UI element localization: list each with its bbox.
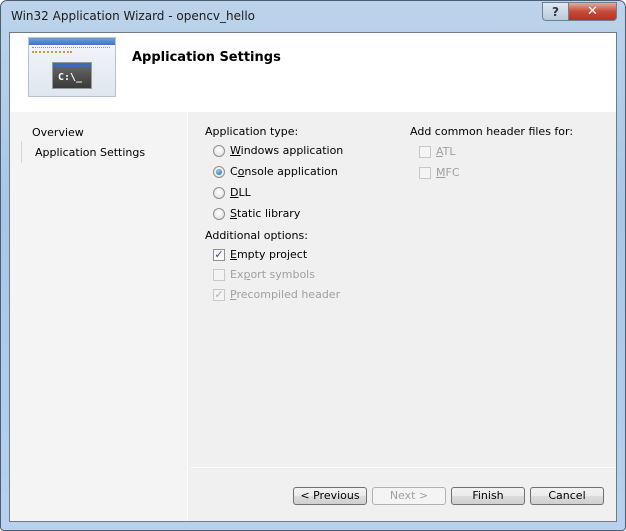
wizard-sidebar: Overview Application Settings	[10, 112, 188, 521]
checkbox-unchecked	[419, 145, 431, 158]
checkbox-label: ATL	[436, 145, 456, 158]
window-title: Win32 Application Wizard - opencv_hello	[11, 9, 256, 23]
checkbox-precompiled-header: ✓ Precompiled header	[213, 288, 340, 301]
close-icon: ✕	[587, 4, 598, 19]
next-button: Next >	[372, 487, 446, 505]
radio-label: Static library	[230, 207, 301, 220]
sidebar-item-application-settings[interactable]: Application Settings	[21, 141, 171, 163]
console-application-icon: C:\_	[28, 37, 116, 97]
previous-button[interactable]: < Previous	[293, 487, 367, 505]
console-prompt-icon: C:\_	[52, 62, 92, 89]
radio-dll[interactable]: DLL	[213, 186, 251, 199]
header-files-label: Add common header files for:	[410, 125, 574, 138]
checkbox-unchecked	[419, 166, 431, 179]
cancel-button[interactable]: Cancel	[530, 487, 604, 505]
checkbox-mfc: MFC	[419, 166, 460, 179]
checkbox-export-symbols: Export symbols	[213, 268, 315, 281]
wizard-window: Win32 Application Wizard - opencv_hello …	[0, 0, 626, 531]
checkbox-label: MFC	[436, 166, 460, 179]
wizard-main-panel: Application type: Windows application Co…	[191, 112, 616, 521]
footer-divider	[191, 467, 616, 468]
page-title: Application Settings	[132, 50, 281, 65]
radio-button-selected[interactable]	[213, 165, 225, 178]
radio-button[interactable]	[213, 207, 225, 220]
checkbox-unchecked	[213, 268, 225, 281]
sidebar-item-overview[interactable]: Overview	[32, 126, 84, 139]
wizard-header: C:\_ Application Settings	[10, 33, 616, 112]
radio-button[interactable]	[213, 186, 225, 199]
radio-label: DLL	[230, 186, 251, 199]
icon-window-menu	[32, 47, 110, 50]
application-type-label: Application type:	[205, 125, 299, 138]
icon-window-titlebar	[29, 38, 115, 45]
radio-button[interactable]	[213, 144, 225, 157]
help-button[interactable]: ?	[542, 2, 569, 21]
title-bar[interactable]: Win32 Application Wizard - opencv_hello …	[1, 1, 625, 32]
radio-static-library[interactable]: Static library	[213, 207, 300, 220]
close-button[interactable]: ✕	[568, 2, 617, 21]
radio-console-application[interactable]: Console application	[213, 165, 338, 178]
wizard-client-area: C:\_ Application Settings Overview Appli…	[9, 32, 617, 522]
radio-windows-application[interactable]: Windows application	[213, 144, 343, 157]
checkbox-label: Empty project	[230, 248, 308, 261]
checkbox-checked[interactable]: ✓	[213, 248, 225, 261]
finish-button[interactable]: Finish	[451, 487, 525, 505]
icon-window-toolbar	[32, 51, 72, 54]
radio-label: Console application	[230, 165, 338, 178]
checkbox-label: Precompiled header	[230, 288, 341, 301]
checkbox-empty-project[interactable]: ✓ Empty project	[213, 248, 307, 261]
checkbox-label: Export symbols	[230, 268, 315, 281]
checkbox-atl: ATL	[419, 145, 456, 158]
radio-label: Windows application	[230, 144, 344, 157]
additional-options-label: Additional options:	[205, 229, 308, 242]
checkbox-checked-disabled: ✓	[213, 287, 225, 301]
help-icon: ?	[552, 4, 559, 19]
